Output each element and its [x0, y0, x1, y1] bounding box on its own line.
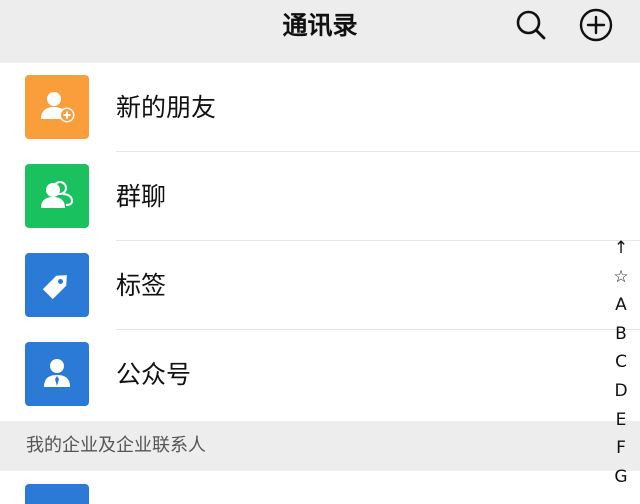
index-top-arrow[interactable]: ↑ [606, 234, 636, 263]
top-navigation-bar: 通讯录 [0, 0, 640, 63]
index-letter-a[interactable]: A [606, 291, 636, 320]
list-item-label: 新的朋友 [116, 93, 217, 122]
index-letter-f[interactable]: F [606, 434, 636, 463]
contacts-menu-list: 新的朋友 群聊 标签 公众号 [0, 63, 640, 419]
list-item-group-chats[interactable]: 群聊 [0, 152, 640, 241]
official-account-icon [44, 359, 70, 387]
add-friend-icon [41, 92, 75, 123]
index-letter-c[interactable]: C [606, 348, 636, 377]
list-item-tags[interactable]: 标签 [0, 241, 640, 330]
new-friends-tile [25, 75, 89, 139]
section-header-enterprise: 我的企业及企业联系人 [0, 421, 640, 471]
list-item-official-accounts[interactable]: 公众号 [0, 330, 640, 419]
section-title: 我的企业及企业联系人 [26, 435, 206, 456]
alphabet-index-bar[interactable]: ↑ ☆ A B C D E F G [606, 234, 636, 491]
group-chat-icon [41, 181, 74, 208]
index-letter-e[interactable]: E [606, 406, 636, 435]
list-item-label: 公众号 [116, 360, 192, 389]
add-circle-icon [579, 8, 613, 42]
group-chats-tile [25, 164, 89, 228]
list-item-new-friends[interactable]: 新的朋友 [0, 63, 640, 152]
tags-tile [25, 253, 89, 317]
index-star[interactable]: ☆ [606, 263, 636, 292]
search-icon [516, 10, 546, 40]
list-item-label: 群聊 [116, 182, 167, 211]
tag-icon [42, 275, 67, 300]
index-letter-b[interactable]: B [606, 320, 636, 349]
index-letter-g[interactable]: G [606, 463, 636, 492]
index-letter-d[interactable]: D [606, 377, 636, 406]
list-item-label: 标签 [116, 271, 167, 300]
add-button[interactable] [578, 7, 614, 43]
enterprise-contact-avatar[interactable] [25, 484, 89, 504]
official-accounts-tile [25, 342, 89, 406]
search-button[interactable] [513, 7, 549, 43]
